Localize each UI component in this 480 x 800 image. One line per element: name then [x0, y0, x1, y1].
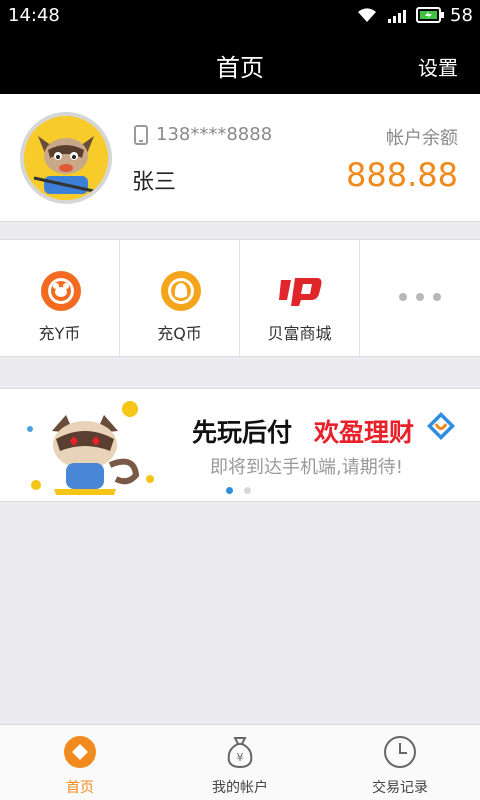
carousel-dot[interactable] — [244, 487, 251, 494]
tab-label: 交易记录 — [372, 780, 428, 796]
home-icon — [64, 736, 96, 768]
phone-number: 138****8888 — [156, 124, 273, 145]
raccoon-mascot-icon — [24, 116, 108, 200]
shortcut-label: 贝富商城 — [267, 324, 332, 343]
tab-label: 首页 — [66, 780, 94, 796]
battery-percent: 58 — [450, 5, 473, 26]
avatar[interactable] — [20, 112, 112, 204]
banner-title-part2: 欢盈理财 — [314, 418, 415, 447]
account-card[interactable]: 138****8888 张三 帐户余额 888.88 — [0, 94, 480, 222]
banner-title-part1: 先玩后付 — [192, 418, 293, 447]
recharge-y-coin-button[interactable]: 充Y币 — [0, 240, 120, 356]
more-dots-icon — [399, 293, 441, 301]
yingcai-logo-icon — [427, 412, 455, 440]
balance-value: 888.88 — [346, 156, 458, 194]
y-coin-icon — [41, 271, 81, 311]
clock-icon — [384, 736, 416, 768]
beifu-mall-button[interactable]: 贝富商城 — [240, 240, 360, 356]
shortcut-label: 充Y币 — [38, 324, 81, 343]
wifi-icon — [358, 8, 376, 22]
recharge-q-coin-button[interactable]: 充Q币 — [120, 240, 240, 356]
promo-banner[interactable]: 先玩后付 欢盈理财 即将到达手机端,请期待! — [0, 388, 480, 502]
bottom-tab-bar: 首页 ¥ 我的帐户 交易记录 — [0, 724, 480, 800]
tab-transactions[interactable]: 交易记录 — [320, 725, 480, 800]
navbar: 首页 设置 — [0, 32, 480, 94]
user-name: 张三 — [132, 170, 177, 195]
settings-button[interactable]: 设置 — [418, 52, 458, 81]
carousel-dot-active[interactable] — [226, 487, 233, 494]
balance-label: 帐户余额 — [386, 128, 458, 149]
banner-subtitle: 即将到达手机端,请期待! — [210, 457, 403, 478]
status-bar: 14:48 58 — [0, 0, 480, 32]
shortcut-label: 充Q币 — [157, 324, 202, 343]
tab-label: 我的帐户 — [212, 780, 268, 796]
money-bag-icon: ¥ — [227, 737, 253, 769]
tab-my-account[interactable]: ¥ 我的帐户 — [160, 725, 320, 800]
shortcut-grid: 充Y币 充Q币 贝富商城 — [0, 239, 480, 357]
up-mall-icon — [279, 278, 322, 306]
status-time: 14:48 — [8, 5, 60, 26]
more-button[interactable] — [360, 240, 480, 356]
svg-text:¥: ¥ — [237, 751, 244, 764]
raccoon-mascot-icon — [27, 401, 154, 495]
tab-home[interactable]: 首页 — [0, 725, 160, 800]
q-coin-icon — [161, 271, 201, 311]
battery-icon — [416, 7, 444, 23]
page-title: 首页 — [216, 54, 264, 82]
signal-icon — [388, 10, 406, 23]
phone-icon — [134, 125, 148, 145]
